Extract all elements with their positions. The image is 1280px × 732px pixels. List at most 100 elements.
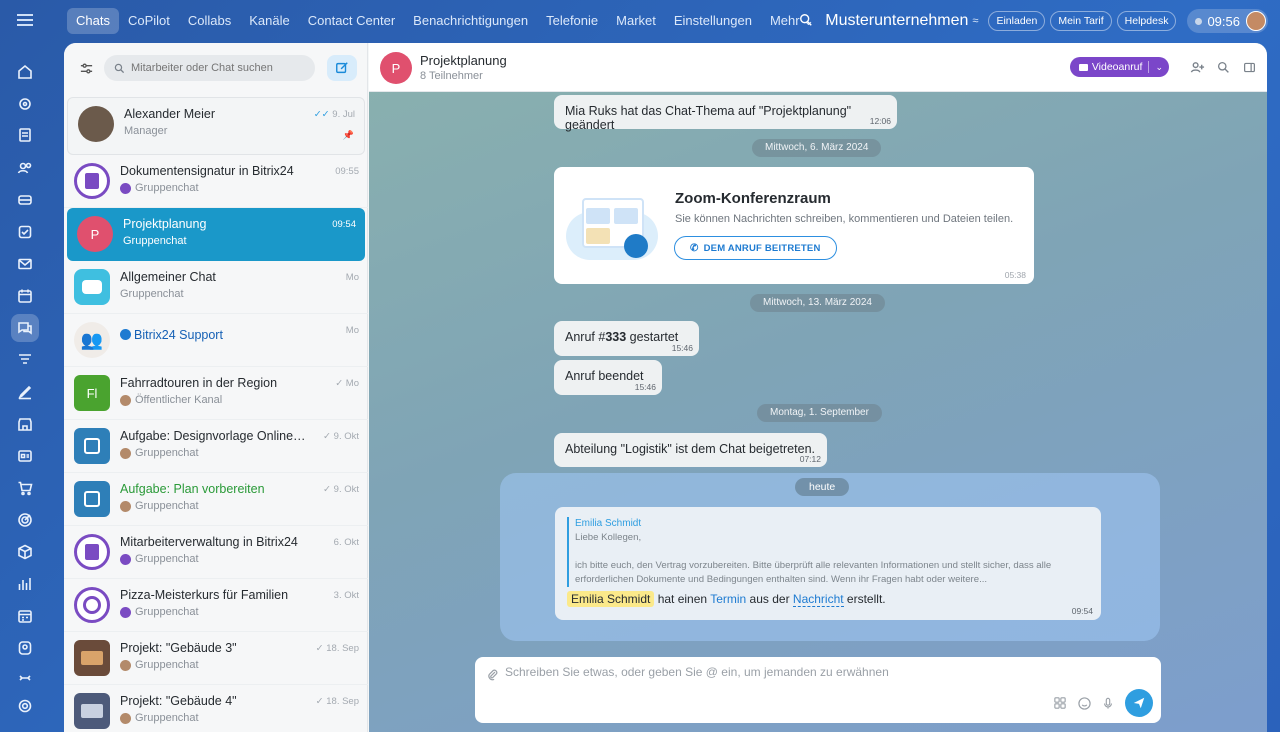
chat-item-alexander-meier[interactable]: Alexander Meier Manager ✓✓ 9. Jul 📌 bbox=[67, 97, 365, 155]
helpdesk-button[interactable]: Helpdesk bbox=[1116, 11, 1177, 31]
filter-icon[interactable] bbox=[76, 58, 96, 78]
quote-author: Emilia Schmidt bbox=[575, 518, 642, 529]
tab-telefonie[interactable]: Telefonie bbox=[537, 8, 607, 34]
marketing-icon[interactable] bbox=[11, 506, 39, 534]
chat-time: 3. Okt bbox=[333, 590, 359, 601]
compose-icon bbox=[336, 62, 348, 74]
contacts-icon[interactable] bbox=[11, 154, 39, 182]
card-title: Zoom-Konferenzraum bbox=[675, 190, 831, 207]
search-icon[interactable] bbox=[1215, 59, 1231, 75]
home-icon[interactable] bbox=[11, 58, 39, 86]
quote-block[interactable]: Emilia Schmidt Liebe Kollegen, ich bitte… bbox=[567, 517, 1087, 587]
chat-time: ✓ 18. Sep bbox=[315, 696, 359, 707]
chat-item-dokumentensignatur[interactable]: Dokumentensignatur in Bitrix24 Gruppench… bbox=[64, 155, 368, 208]
chat-item-fahrradtouren[interactable]: Fl Fahrradtouren in der Region Öffentlic… bbox=[64, 367, 368, 420]
settings-icon[interactable] bbox=[11, 692, 39, 720]
chat-subtitle: Gruppenchat bbox=[120, 712, 199, 724]
tab-collabs[interactable]: Collabs bbox=[179, 8, 240, 34]
tab-contact-center[interactable]: Contact Center bbox=[299, 8, 404, 34]
swap-icon: ≈ bbox=[972, 15, 979, 27]
chat-item-gebaeude-3[interactable]: Projekt: "Gebäude 3" Gruppenchat ✓ 18. S… bbox=[64, 632, 368, 685]
automation-icon[interactable] bbox=[11, 90, 39, 118]
group-icon bbox=[120, 606, 131, 618]
mail-icon[interactable] bbox=[11, 250, 39, 278]
chat-icon[interactable] bbox=[11, 314, 39, 342]
tab-benachrichtigungen[interactable]: Benachrichtigungen bbox=[404, 8, 537, 34]
chat-item-projektplanung[interactable]: P Projektplanung Gruppenchat 09:54 bbox=[67, 208, 365, 261]
apps-grid-icon[interactable] bbox=[1053, 696, 1067, 710]
user-avatar[interactable] bbox=[1246, 11, 1266, 31]
box-icon[interactable] bbox=[11, 538, 39, 566]
search-box[interactable] bbox=[104, 55, 315, 81]
tab-kanaele[interactable]: Kanäle bbox=[240, 8, 298, 34]
sites-icon[interactable] bbox=[11, 442, 39, 470]
booking-icon[interactable] bbox=[11, 602, 39, 630]
chat-item-aufgabe-plan[interactable]: Aufgabe: Plan vorbereiten Gruppenchat ✓ … bbox=[64, 473, 368, 526]
sidebar-toggle-icon[interactable] bbox=[1241, 59, 1257, 75]
analytics-icon[interactable] bbox=[11, 570, 39, 598]
chevron-down-icon[interactable]: ⌄ bbox=[1155, 62, 1163, 73]
video-call-label: Videoanruf bbox=[1091, 61, 1143, 73]
tasks-icon[interactable] bbox=[11, 218, 39, 246]
termin-link[interactable]: Termin bbox=[710, 592, 746, 606]
tab-einstellungen[interactable]: Einstellungen bbox=[665, 8, 761, 34]
document-icon[interactable] bbox=[11, 121, 39, 149]
chat-time: ✓✓ 9. Jul bbox=[313, 109, 355, 120]
chat-item-mitarbeiterverwaltung[interactable]: Mitarbeiterverwaltung in Bitrix24 Gruppe… bbox=[64, 526, 368, 579]
chat-time: ✓ Mo bbox=[335, 378, 359, 389]
invite-button[interactable]: Einladen bbox=[988, 11, 1046, 31]
avatar: 👥 bbox=[74, 322, 110, 358]
tab-chats[interactable]: Chats bbox=[67, 8, 119, 34]
company-name[interactable]: Musterunternehmen bbox=[825, 12, 968, 30]
message-input[interactable] bbox=[505, 665, 1065, 687]
cart-icon[interactable] bbox=[11, 474, 39, 502]
member-count[interactable]: 8 Teilnehmer bbox=[420, 70, 483, 82]
funnel-icon[interactable] bbox=[11, 346, 39, 374]
chat-item-allgemeiner-chat[interactable]: Allgemeiner Chat Gruppenchat Mo bbox=[64, 261, 368, 314]
user-mention[interactable]: Emilia Schmidt bbox=[567, 591, 655, 607]
new-chat-button[interactable] bbox=[327, 55, 357, 81]
quote-line: Liebe Kollegen, bbox=[575, 532, 642, 543]
send-button[interactable] bbox=[1125, 689, 1153, 717]
document-sign-icon bbox=[85, 173, 99, 189]
chat-item-pizza-meisterkurs[interactable]: Pizza-Meisterkurs für Familien Gruppench… bbox=[64, 579, 368, 632]
message-time: 09:54 bbox=[1071, 606, 1093, 616]
attach-icon[interactable] bbox=[486, 668, 499, 686]
hr-icon[interactable] bbox=[11, 634, 39, 662]
tab-market[interactable]: Market bbox=[607, 8, 665, 34]
shop-icon[interactable] bbox=[11, 410, 39, 438]
message-time: 15:46 bbox=[671, 343, 693, 353]
add-user-icon[interactable] bbox=[1189, 59, 1205, 75]
chat-name: Aufgabe: Designvorlage Onlinesh... bbox=[120, 429, 310, 443]
divider bbox=[1148, 61, 1150, 73]
video-call-button[interactable]: Videoanruf ⌄ bbox=[1069, 57, 1169, 77]
avatar bbox=[74, 587, 110, 623]
chat-subtitle: Gruppenchat bbox=[120, 288, 184, 300]
more-icon[interactable] bbox=[11, 664, 39, 692]
microphone-icon[interactable] bbox=[1101, 696, 1115, 710]
work-time-clock[interactable]: 09:56 bbox=[1187, 9, 1268, 33]
emoji-icon[interactable] bbox=[1077, 696, 1091, 710]
nachricht-link[interactable]: Nachricht bbox=[792, 592, 844, 607]
my-plan-button[interactable]: Mein Tarif bbox=[1050, 11, 1112, 31]
chat-avatar[interactable]: P bbox=[380, 52, 412, 84]
chat-title[interactable]: Projektplanung bbox=[420, 53, 507, 68]
document-sign-icon bbox=[85, 544, 99, 560]
menu-icon[interactable] bbox=[17, 14, 33, 26]
search-icon[interactable] bbox=[799, 13, 815, 29]
message-time: 12:06 bbox=[869, 116, 891, 126]
chat-item-gebaeude-4[interactable]: Projekt: "Gebäude 4" Gruppenchat ✓ 18. S… bbox=[64, 685, 368, 732]
quoted-message[interactable]: Emilia Schmidt Liebe Kollegen, ich bitte… bbox=[555, 507, 1101, 620]
avatar bbox=[74, 163, 110, 199]
join-call-button[interactable]: ✆ DEM ANRUF BEITRETEN bbox=[674, 236, 837, 260]
chat-item-aufgabe-designvorlage[interactable]: Aufgabe: Designvorlage Onlinesh... Grupp… bbox=[64, 420, 368, 473]
search-input[interactable] bbox=[131, 62, 301, 74]
chat-item-bitrix24-support[interactable]: 👥 Bitrix24 Support Mo bbox=[64, 314, 368, 367]
chat-subtitle: Gruppenchat bbox=[120, 606, 199, 618]
chat-header: P Projektplanung 8 Teilnehmer Videoanruf… bbox=[369, 43, 1267, 92]
chat-subtitle: Öffentlicher Kanal bbox=[120, 394, 222, 406]
crm-icon[interactable] bbox=[11, 186, 39, 214]
tab-copilot[interactable]: CoPilot bbox=[119, 8, 179, 34]
calendar-icon[interactable] bbox=[11, 282, 39, 310]
sign-icon[interactable] bbox=[11, 378, 39, 406]
